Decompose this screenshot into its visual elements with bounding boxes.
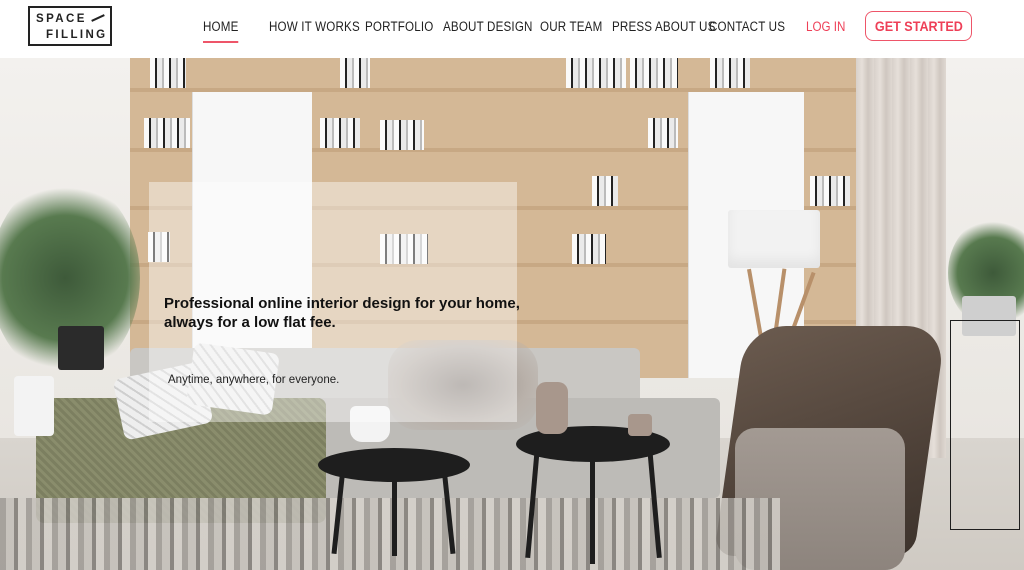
hero-subline: Anytime, anywhere, for everyone. xyxy=(168,374,340,386)
nav-item-home[interactable]: HOME xyxy=(203,19,239,43)
brand-logo-line-2: FILLING xyxy=(46,29,108,41)
nav-item-press-about-us[interactable]: PRESS ABOUT US xyxy=(612,19,715,34)
cup xyxy=(628,414,652,436)
login-link[interactable]: LOG IN xyxy=(806,19,845,34)
site-header: SPACE FILLING HOME HOW IT WORKS PORTFOLI… xyxy=(0,0,1024,58)
nav-item-contact-us[interactable]: CONTACT US xyxy=(709,19,785,34)
get-started-button[interactable]: GET STARTED xyxy=(865,11,972,41)
nav-item-about-design[interactable]: ABOUT DESIGN xyxy=(443,19,533,34)
hero-section: Professional online interior design for … xyxy=(0,58,1024,570)
nav-item-our-team[interactable]: OUR TEAM xyxy=(540,19,602,34)
get-started-label: GET STARTED xyxy=(874,18,963,34)
vase xyxy=(536,382,568,434)
brand-logo[interactable]: SPACE FILLING xyxy=(28,6,112,46)
plant-stand-right xyxy=(950,320,1020,530)
white-planter-left xyxy=(14,376,54,436)
striped-rug xyxy=(0,498,780,570)
nav-item-how-it-works[interactable]: HOW IT WORKS xyxy=(269,19,360,34)
hero-tagline: Professional online interior design for … xyxy=(164,295,520,331)
floor-lamp-shade xyxy=(728,210,820,268)
plant-pot-left xyxy=(58,326,104,370)
nav-item-portfolio[interactable]: PORTFOLIO xyxy=(365,19,433,34)
